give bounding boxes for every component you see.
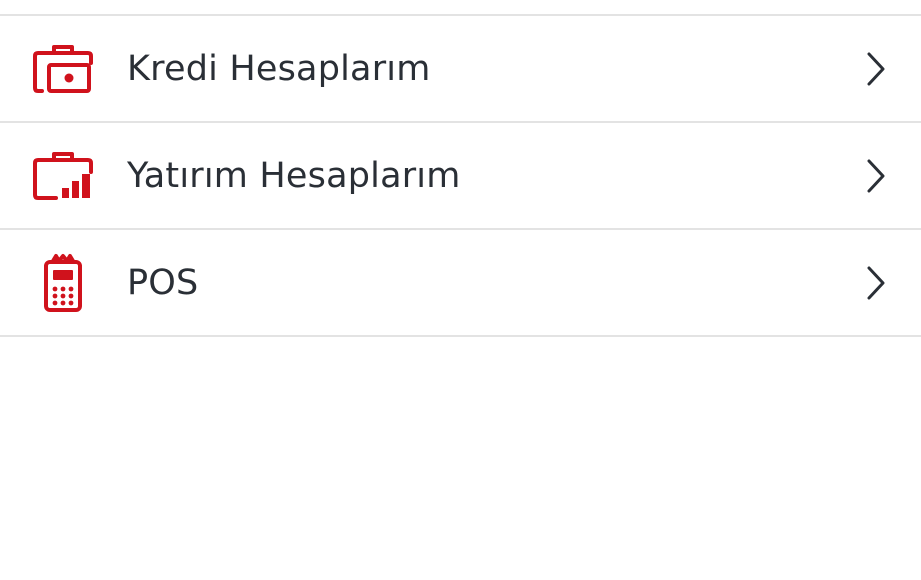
- menu-item-yatirim-hesaplarim[interactable]: Yatırım Hesaplarım: [0, 123, 921, 230]
- pos-terminal-icon: [32, 252, 94, 314]
- menu-item-kredi-hesaplarim[interactable]: Kredi Hesaplarım: [0, 16, 921, 123]
- chevron-right-icon: [865, 158, 887, 194]
- menu-item-label: Kredi Hesaplarım: [127, 48, 431, 89]
- chevron-right-icon: [865, 51, 887, 87]
- account-menu-list: Kredi Hesaplarım Yatırım Hesaplarım POS: [0, 14, 921, 337]
- briefcase-money-icon: [32, 38, 94, 100]
- menu-item-label: POS: [127, 262, 199, 303]
- menu-item-pos[interactable]: POS: [0, 230, 921, 337]
- menu-item-label: Yatırım Hesaplarım: [127, 155, 461, 196]
- briefcase-chart-icon: [32, 145, 94, 207]
- chevron-right-icon: [865, 265, 887, 301]
